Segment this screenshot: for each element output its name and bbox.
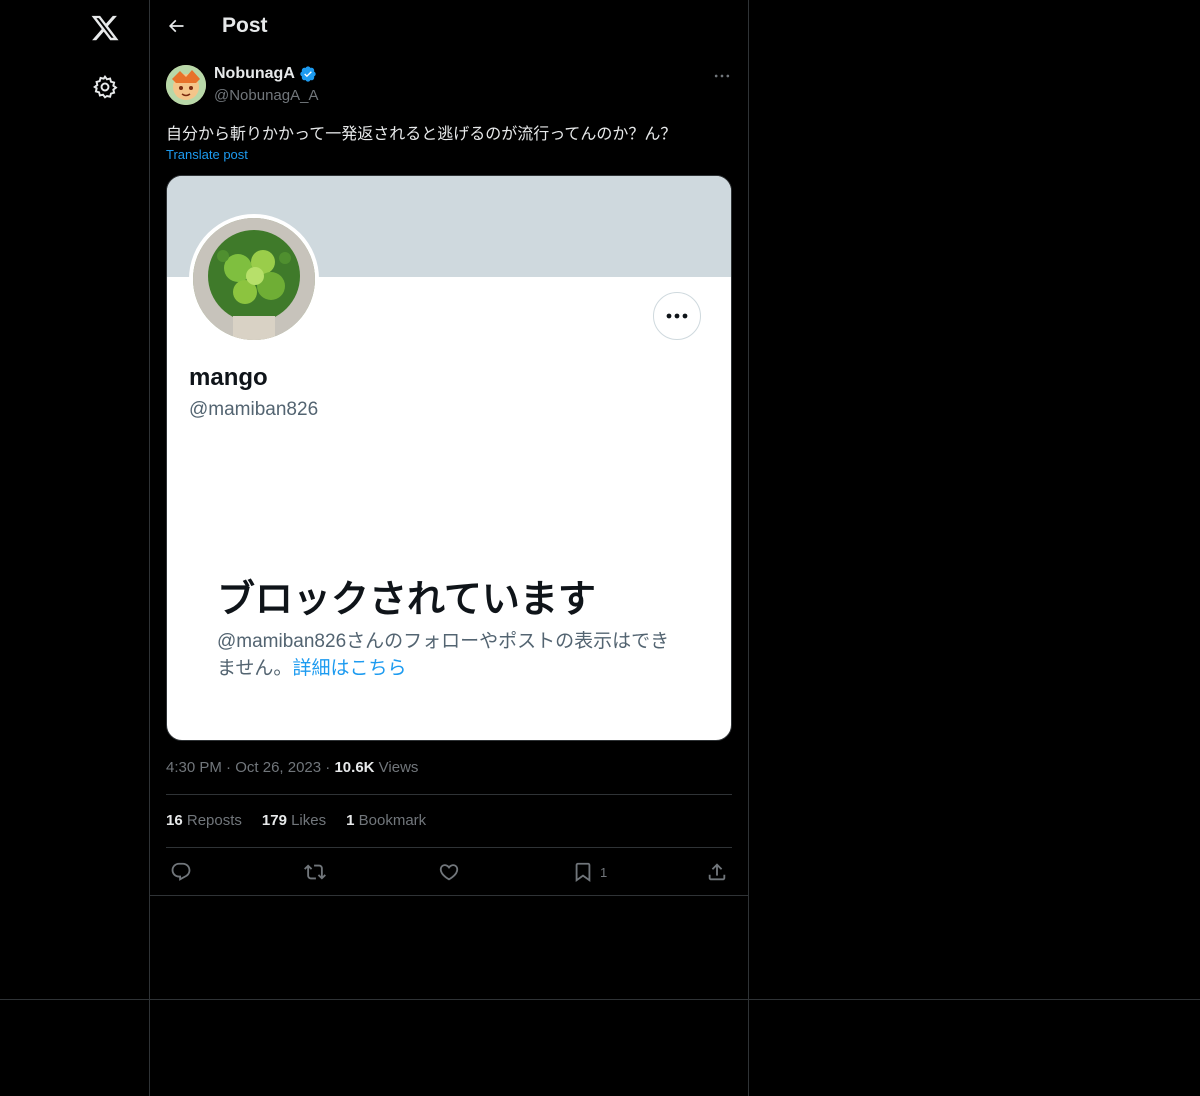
reply-icon — [171, 862, 191, 881]
action-bar: 1 — [170, 860, 730, 884]
views-count: 10.6K — [334, 759, 375, 776]
page-title: Post — [222, 14, 268, 37]
like-icon — [439, 864, 459, 881]
profile-more-button — [653, 292, 701, 340]
bookmarks-label: Bookmark — [358, 812, 427, 829]
left-rail — [0, 0, 150, 1096]
author-name[interactable]: NobunagA — [214, 65, 295, 83]
post-media-image[interactable]: mango @mamiban826 ブロックされています @mamiban826… — [166, 175, 732, 741]
bookmarks-stat: 1 Bookmark — [346, 812, 426, 829]
reposts-count: 16 — [166, 812, 183, 829]
divider — [166, 847, 732, 848]
post-date[interactable]: Oct 26, 2023 — [235, 759, 321, 776]
bottom-divider — [0, 999, 1200, 1000]
blocked-details-link: 詳細はこちら — [292, 658, 407, 679]
reposts-label: Reposts — [186, 812, 242, 829]
likes-label: Likes — [291, 812, 327, 829]
repost-icon — [304, 864, 326, 880]
verified-badge-icon[interactable] — [299, 65, 317, 83]
reposts-stat[interactable]: 16 Reposts — [166, 812, 242, 829]
author-handle[interactable]: @NobunagA_A — [214, 87, 318, 104]
likes-count: 179 — [261, 812, 287, 829]
like-button[interactable] — [438, 860, 460, 884]
share-icon — [708, 863, 726, 881]
media-profile-name: mango — [189, 364, 268, 391]
media-profile-handle: @mamiban826 — [189, 399, 319, 420]
blocked-message: @mamiban826さんのフォローやポストの表示はできません。詳細はこちら — [217, 628, 687, 682]
views-label: Views — [378, 759, 419, 776]
bookmark-icon — [575, 862, 591, 883]
likes-stat[interactable]: 179 Likes — [262, 812, 326, 829]
main-column: Post NobunagA @NobunagA_A 自分から斬りかかって一発返さ… — [150, 0, 749, 1096]
gear-icon[interactable] — [92, 74, 118, 100]
bookmarks-count: 1 — [346, 812, 355, 829]
divider — [150, 895, 749, 896]
post-time[interactable]: 4:30 PM — [166, 759, 222, 776]
blocked-title: ブロックされています — [217, 579, 596, 621]
post-text: 自分から斬りかかって一発返されると逃げるのが流行ってんのか？ん？ — [166, 126, 677, 143]
back-arrow-icon[interactable] — [166, 16, 186, 36]
profile-picture — [189, 214, 319, 344]
more-icon[interactable] — [712, 66, 732, 86]
x-logo-icon[interactable] — [90, 13, 120, 43]
author-row: NobunagA — [214, 65, 317, 83]
share-button[interactable] — [706, 860, 728, 884]
bookmark-action-count: 1 — [600, 864, 608, 880]
reply-button[interactable] — [170, 860, 192, 884]
page-header: Post — [150, 0, 749, 54]
post-metadata: 4:30 PM · Oct 26, 2023 · 10.6K Views — [166, 759, 418, 776]
bookmark-button[interactable]: 1 — [572, 860, 607, 884]
divider — [166, 794, 732, 795]
repost-button[interactable] — [304, 860, 326, 884]
blocked-body-text: @mamiban826さんのフォローやポストの表示はできません。 — [217, 631, 670, 679]
post-stats: 16 Reposts 179 Likes 1 Bookmark — [166, 812, 426, 829]
translate-post-link[interactable]: Translate post — [166, 147, 248, 162]
separator: · — [226, 759, 236, 776]
avatar[interactable] — [166, 65, 206, 105]
